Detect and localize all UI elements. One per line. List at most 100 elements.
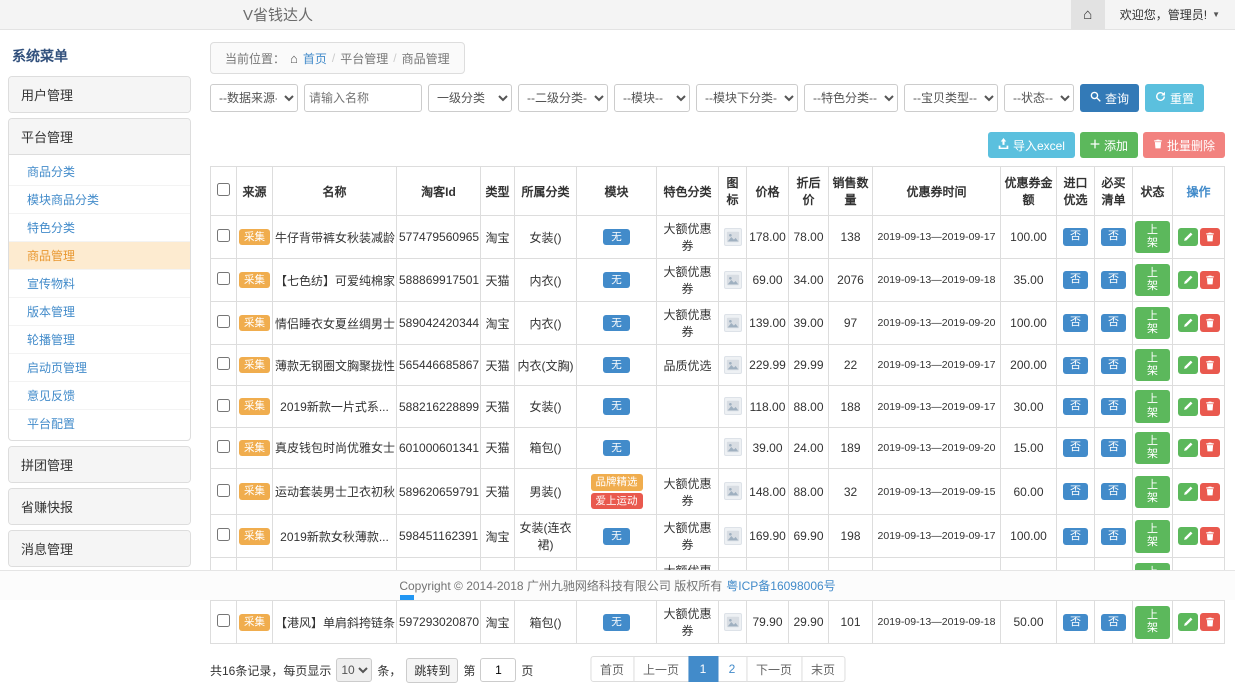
next-page-button[interactable]: 下一页 xyxy=(746,656,802,682)
edit-button[interactable] xyxy=(1178,228,1198,246)
edit-button[interactable] xyxy=(1178,271,1198,289)
batch-delete-button[interactable]: 批量删除 xyxy=(1143,132,1225,158)
import-select-toggle[interactable]: 否 xyxy=(1063,528,1088,545)
delete-button[interactable] xyxy=(1200,356,1220,374)
sidebar-item[interactable]: 版本管理 xyxy=(9,298,190,326)
import-select-toggle[interactable]: 否 xyxy=(1063,314,1088,331)
row-checkbox[interactable] xyxy=(217,440,230,453)
filter-select[interactable]: --二级分类-- xyxy=(518,84,608,112)
filter-select[interactable]: --模块下分类-- xyxy=(696,84,798,112)
delete-button[interactable] xyxy=(1200,228,1220,246)
status-button[interactable]: 上架 xyxy=(1135,520,1170,552)
icp-link[interactable]: 粤ICP备16098006号 xyxy=(726,577,835,594)
page-1-button[interactable]: 1 xyxy=(688,656,718,682)
delete-button[interactable] xyxy=(1200,527,1220,545)
import-excel-label: 导入excel xyxy=(1013,137,1065,154)
must-buy-toggle[interactable]: 否 xyxy=(1101,439,1126,456)
import-select-toggle[interactable]: 否 xyxy=(1063,614,1088,631)
must-buy-toggle[interactable]: 否 xyxy=(1101,398,1126,415)
row-checkbox[interactable] xyxy=(217,528,230,541)
import-select-toggle[interactable]: 否 xyxy=(1063,228,1088,245)
prev-page-button[interactable]: 上一页 xyxy=(633,656,689,682)
first-page-button[interactable]: 首页 xyxy=(590,656,634,682)
sidebar-item[interactable]: 意见反馈 xyxy=(9,382,190,410)
sidebar-group-header-0[interactable]: 用户管理 xyxy=(9,77,190,112)
status-button[interactable]: 上架 xyxy=(1135,221,1170,253)
delete-button[interactable] xyxy=(1200,314,1220,332)
edit-button[interactable] xyxy=(1178,314,1198,332)
row-checkbox[interactable] xyxy=(217,614,230,627)
import-select-toggle[interactable]: 否 xyxy=(1063,357,1088,374)
edit-button[interactable] xyxy=(1178,356,1198,374)
import-select-toggle[interactable]: 否 xyxy=(1063,271,1088,288)
add-button[interactable]: 添加 xyxy=(1080,132,1138,158)
jump-button[interactable]: 跳转到 xyxy=(406,658,458,683)
sidebar-item[interactable]: 轮播管理 xyxy=(9,326,190,354)
import-select-toggle[interactable]: 否 xyxy=(1063,483,1088,500)
filter-select[interactable]: --宝贝类型-- xyxy=(904,84,998,112)
filter-select[interactable]: --模块-- xyxy=(614,84,690,112)
delete-button[interactable] xyxy=(1200,483,1220,501)
search-button[interactable]: 查询 xyxy=(1080,84,1139,112)
sidebar-item[interactable]: 模块商品分类 xyxy=(9,186,190,214)
sidebar-group-header-2[interactable]: 拼团管理 xyxy=(9,447,190,482)
must-buy-toggle[interactable]: 否 xyxy=(1101,314,1126,331)
import-excel-button[interactable]: 导入excel xyxy=(988,132,1075,158)
status-button[interactable]: 上架 xyxy=(1135,390,1170,422)
must-buy-toggle[interactable]: 否 xyxy=(1101,483,1126,500)
delete-button[interactable] xyxy=(1200,271,1220,289)
sidebar-group-header-3[interactable]: 省赚快报 xyxy=(9,489,190,524)
select-all-checkbox[interactable] xyxy=(217,183,230,196)
row-checkbox[interactable] xyxy=(217,272,230,285)
sidebar-group-header-4[interactable]: 消息管理 xyxy=(9,531,190,566)
status-button[interactable]: 上架 xyxy=(1135,307,1170,339)
must-buy-toggle[interactable]: 否 xyxy=(1101,271,1126,288)
home-button[interactable]: ⌂ xyxy=(1071,0,1105,29)
edit-button[interactable] xyxy=(1178,398,1198,416)
name-search-input[interactable] xyxy=(304,84,422,112)
filter-select[interactable]: 一级分类 xyxy=(428,84,512,112)
import-select-toggle[interactable]: 否 xyxy=(1063,398,1088,415)
sidebar-item[interactable]: 特色分类 xyxy=(9,214,190,242)
sidebar-item[interactable]: 启动页管理 xyxy=(9,354,190,382)
delete-button[interactable] xyxy=(1200,398,1220,416)
must-buy-toggle[interactable]: 否 xyxy=(1101,357,1126,374)
sidebar-group-header-1[interactable]: 平台管理 xyxy=(9,119,190,154)
breadcrumb-home-link[interactable]: 首页 xyxy=(303,50,327,67)
page-size-select[interactable]: 10 xyxy=(336,658,372,682)
status-button[interactable]: 上架 xyxy=(1135,432,1170,464)
import-select-toggle[interactable]: 否 xyxy=(1063,439,1088,456)
row-checkbox[interactable] xyxy=(217,357,230,370)
edit-button[interactable] xyxy=(1178,483,1198,501)
add-button-label: 添加 xyxy=(1104,137,1128,154)
edit-button[interactable] xyxy=(1178,527,1198,545)
page-2-button[interactable]: 2 xyxy=(717,656,747,682)
delete-button[interactable] xyxy=(1200,613,1220,631)
filter-select[interactable]: --状态-- xyxy=(1004,84,1074,112)
row-checkbox[interactable] xyxy=(217,484,230,497)
status-button[interactable]: 上架 xyxy=(1135,606,1170,638)
status-button[interactable]: 上架 xyxy=(1135,264,1170,296)
row-checkbox[interactable] xyxy=(217,315,230,328)
row-checkbox[interactable] xyxy=(217,229,230,242)
price: 139.00 xyxy=(747,302,789,345)
sidebar-item[interactable]: 平台配置 xyxy=(9,410,190,437)
row-checkbox[interactable] xyxy=(217,399,230,412)
delete-button[interactable] xyxy=(1200,439,1220,457)
sidebar-item[interactable]: 商品管理 xyxy=(9,242,190,270)
edit-button[interactable] xyxy=(1178,439,1198,457)
edit-button[interactable] xyxy=(1178,613,1198,631)
status-button[interactable]: 上架 xyxy=(1135,476,1170,508)
reset-button[interactable]: 重置 xyxy=(1145,84,1204,112)
sidebar-item[interactable]: 宣传物料 xyxy=(9,270,190,298)
status-button[interactable]: 上架 xyxy=(1135,349,1170,381)
must-buy-toggle[interactable]: 否 xyxy=(1101,528,1126,545)
must-buy-toggle[interactable]: 否 xyxy=(1101,614,1126,631)
last-page-button[interactable]: 末页 xyxy=(801,656,845,682)
jump-page-input[interactable] xyxy=(480,658,516,682)
filter-select[interactable]: --数据来源-- xyxy=(210,84,298,112)
sidebar-item[interactable]: 商品分类 xyxy=(9,158,190,186)
filter-select[interactable]: --特色分类-- xyxy=(804,84,898,112)
user-menu[interactable]: 欢迎您，管理员! ▼ xyxy=(1105,6,1235,23)
must-buy-toggle[interactable]: 否 xyxy=(1101,228,1126,245)
